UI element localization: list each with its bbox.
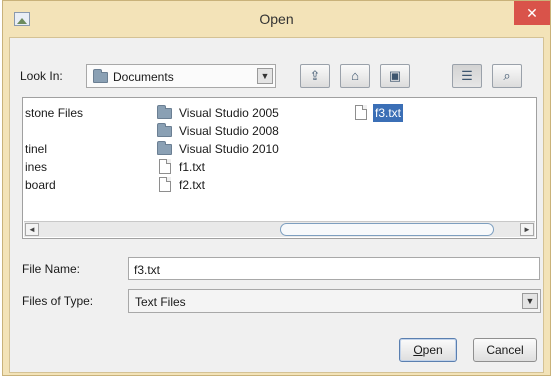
list-item[interactable]: Visual Studio 2008 <box>157 122 317 140</box>
files-of-type-label: Files of Type: <box>22 294 94 308</box>
list-item-label: stone Files <box>25 106 84 120</box>
list-item-label: tinel <box>25 142 48 156</box>
list-view-button[interactable]: ☰ <box>452 64 482 88</box>
details-view-button[interactable]: ⌕ <box>492 64 522 88</box>
close-icon: ✕ <box>526 5 538 21</box>
title-bar[interactable]: Open ✕ <box>3 1 550 37</box>
home-button[interactable]: ⌂ <box>340 64 370 88</box>
details-view-icon: ⌕ <box>503 68 511 83</box>
up-one-level-button[interactable]: ⇪ <box>300 64 330 88</box>
file-list[interactable]: stone Files tinel ines board Visual Stud… <box>22 97 537 239</box>
file-name-field[interactable]: f3.txt <box>128 257 540 280</box>
list-item-label: ines <box>25 160 48 174</box>
list-item-label: Visual Studio 2010 <box>179 142 279 156</box>
folder-icon <box>93 69 108 83</box>
file-icon <box>159 159 171 174</box>
open-button[interactable]: Open <box>399 338 457 362</box>
open-label: pen <box>422 343 443 357</box>
files-of-type-value: Text Files <box>135 295 186 309</box>
window-title: Open <box>259 11 294 27</box>
look-in-combo[interactable]: Documents ▼ <box>86 64 276 88</box>
list-item-label: board <box>25 178 56 192</box>
list-item[interactable]: f1.txt <box>157 158 317 176</box>
scrollbar-thumb[interactable] <box>280 223 494 236</box>
list-item-label: Visual Studio 2005 <box>179 106 279 120</box>
list-item-label: f1.txt <box>179 160 206 174</box>
list-view-icon: ☰ <box>461 68 473 83</box>
file-name-value: f3.txt <box>134 263 161 277</box>
chevron-down-icon[interactable]: ▼ <box>257 68 273 84</box>
look-in-value: Documents <box>113 70 174 84</box>
horizontal-scrollbar[interactable]: ◄ ► <box>24 221 535 237</box>
scroll-right-icon[interactable]: ► <box>520 223 534 236</box>
list-item-label: Visual Studio 2008 <box>179 124 279 138</box>
new-folder-icon: ▣ <box>388 68 402 83</box>
list-item[interactable]: Visual Studio 2005 <box>157 104 317 122</box>
list-item[interactable]: f2.txt <box>157 176 317 194</box>
open-mnemonic: O <box>413 343 423 357</box>
up-folder-icon: ⇪ <box>309 68 321 83</box>
look-in-label: Look In: <box>20 69 63 83</box>
open-dialog: Open ✕ Look In: Documents ▼ ⇪ ⌂ ▣ ☰ ⌕ st… <box>2 0 551 376</box>
folder-icon <box>157 141 172 155</box>
folder-icon <box>157 105 172 119</box>
close-button[interactable]: ✕ <box>514 1 550 25</box>
folder-icon <box>157 123 172 137</box>
file-icon <box>159 177 171 192</box>
list-item-label: f2.txt <box>179 178 206 192</box>
scroll-left-icon[interactable]: ◄ <box>25 223 39 236</box>
file-icon <box>355 105 367 120</box>
chevron-down-icon[interactable]: ▼ <box>522 293 538 309</box>
list-item[interactable]: Visual Studio 2010 <box>157 140 317 158</box>
cancel-button[interactable]: Cancel <box>473 338 537 362</box>
list-item-label: f3.txt <box>373 104 404 122</box>
list-item-selected[interactable]: f3.txt <box>353 104 433 122</box>
new-folder-button[interactable]: ▣ <box>380 64 410 88</box>
files-of-type-combo[interactable]: Text Files ▼ <box>128 289 541 313</box>
file-name-label: File Name: <box>22 262 81 276</box>
dialog-body: Look In: Documents ▼ ⇪ ⌂ ▣ ☰ ⌕ stone Fil… <box>9 37 544 373</box>
home-icon: ⌂ <box>351 68 359 83</box>
